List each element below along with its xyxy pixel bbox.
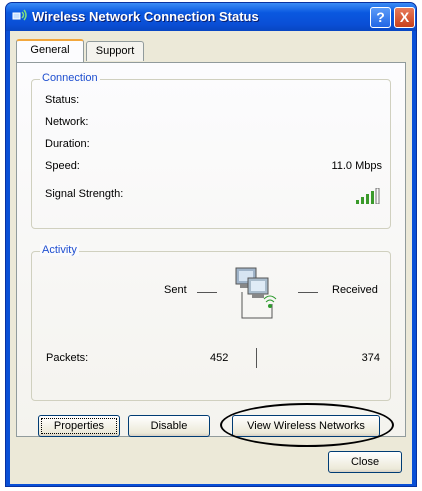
received-dash <box>298 292 318 293</box>
sent-dash <box>197 292 217 293</box>
network-label: Network: <box>45 116 89 128</box>
window-title: Wireless Network Connection Status <box>32 9 259 24</box>
received-label: Received <box>332 284 378 296</box>
dialog-client-area: General Support Connection Status: Netwo… <box>10 31 412 484</box>
dialog-window: Wireless Network Connection Status ? X G… <box>5 2 417 487</box>
packets-sent-value: 452 <box>210 352 229 364</box>
status-label: Status: <box>45 94 80 106</box>
packets-label: Packets: <box>46 352 89 364</box>
activity-group-label: Activity <box>40 244 79 256</box>
packets-divider <box>256 348 257 368</box>
close-button[interactable]: Close <box>328 451 402 473</box>
signal-strength-label: Signal Strength: <box>45 188 124 200</box>
signal-strength-icon <box>356 188 380 204</box>
disable-button[interactable]: Disable <box>128 415 210 437</box>
speed-label: Speed: <box>45 160 80 172</box>
duration-label: Duration: <box>45 138 90 150</box>
help-button[interactable]: ? <box>370 7 391 28</box>
activity-group: Activity Sent Received Packets: 452 374 <box>31 244 391 401</box>
title-bar[interactable]: Wireless Network Connection Status ? X <box>6 3 416 31</box>
connection-group: Connection Status: Network: Duration: Sp… <box>31 72 391 229</box>
tab-general[interactable]: General <box>16 39 84 62</box>
wireless-network-icon <box>12 9 27 21</box>
tab-panel-general: Connection Status: Network: Duration: Sp… <box>16 62 406 437</box>
packets-received-value: 374 <box>361 352 380 364</box>
connection-group-label: Connection <box>40 72 100 84</box>
network-computers-icon <box>235 267 277 319</box>
speed-value: 11.0 Mbps <box>331 160 382 172</box>
view-wireless-networks-button[interactable]: View Wireless Networks <box>232 415 380 437</box>
sent-label: Sent <box>164 284 187 296</box>
tab-support[interactable]: Support <box>86 41 144 61</box>
properties-button[interactable]: Properties <box>38 415 120 437</box>
close-window-button[interactable]: X <box>394 7 415 28</box>
